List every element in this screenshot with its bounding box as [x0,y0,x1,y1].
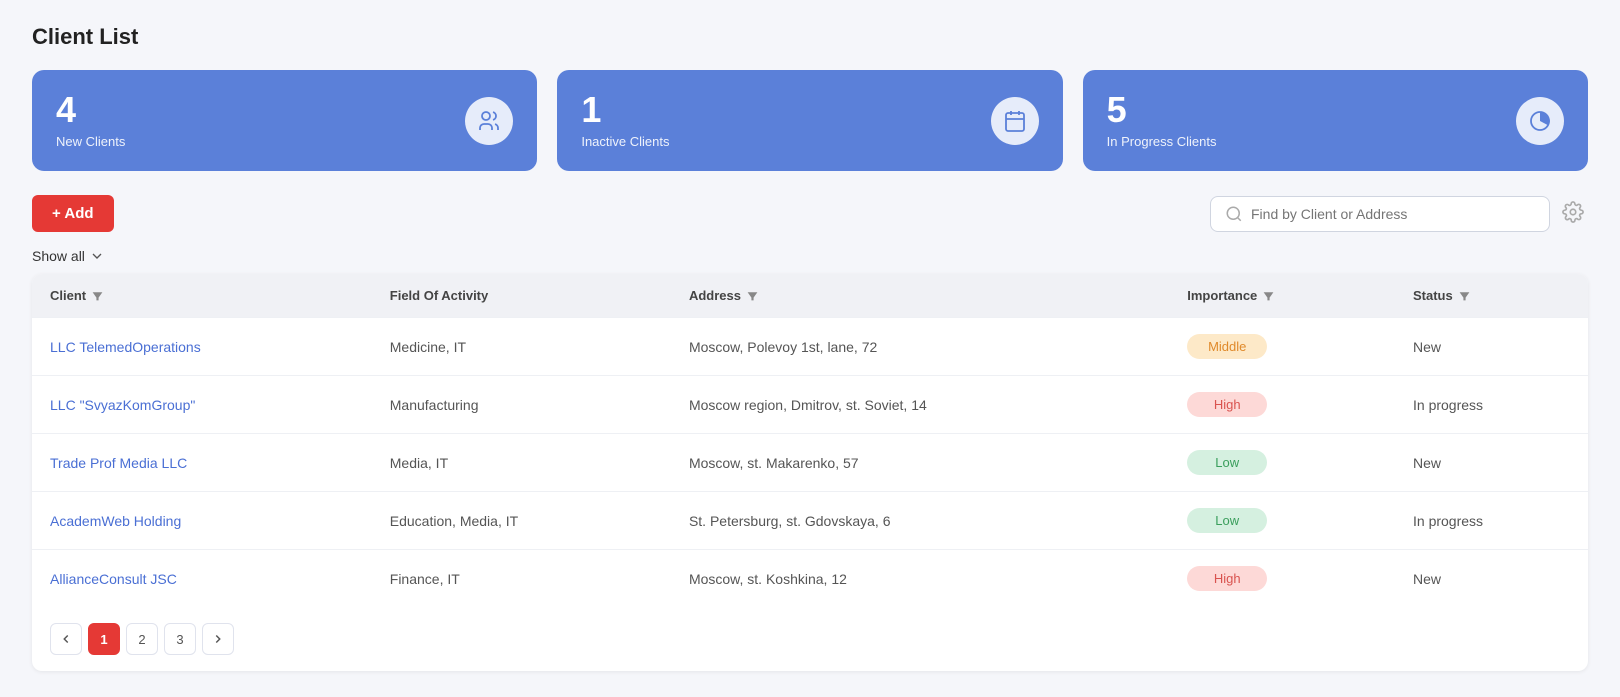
chevron-right-icon [211,632,225,646]
col-header-importance: Importance [1169,274,1395,318]
field-of-activity: Manufacturing [372,376,671,434]
search-input[interactable] [1251,206,1535,222]
filter-icon-status[interactable] [1458,289,1471,302]
field-of-activity: Media, IT [372,434,671,492]
field-of-activity: Medicine, IT [372,318,671,376]
client-table-wrap: Client Field Of Activity Address [32,274,1588,671]
client-table: Client Field Of Activity Address [32,274,1588,607]
calendar-icon [1003,109,1027,133]
next-page-button[interactable] [202,623,234,655]
table-row: AcademWeb Holding Education, Media, IT S… [32,492,1588,550]
stat-cards: 4 New Clients 1 Inactive Clients [32,70,1588,171]
calendar-icon-wrap [991,97,1039,145]
importance-badge: Low [1187,450,1267,475]
importance-cell: Low [1169,434,1395,492]
stat-label-inactive: Inactive Clients [581,134,669,149]
users-icon-wrap [465,97,513,145]
prev-page-button[interactable] [50,623,82,655]
stat-info-new: 4 New Clients [56,92,125,149]
table-body: LLC TelemedOperations Medicine, IT Mosco… [32,318,1588,608]
importance-cell: High [1169,550,1395,608]
search-box [1210,196,1550,232]
client-link[interactable]: LLC TelemedOperations [32,318,372,376]
show-all-label: Show all [32,248,85,264]
chart-icon [1528,109,1552,133]
table-row: AllianceConsult JSC Finance, IT Moscow, … [32,550,1588,608]
status: In progress [1395,492,1588,550]
search-icon [1225,205,1243,223]
filter-icon-client[interactable] [91,289,104,302]
col-header-status: Status [1395,274,1588,318]
status: New [1395,318,1588,376]
col-header-client: Client [32,274,372,318]
client-link[interactable]: AcademWeb Holding [32,492,372,550]
users-icon [477,109,501,133]
filter-icon-address[interactable] [746,289,759,302]
page-2-button[interactable]: 2 [126,623,158,655]
col-header-field: Field Of Activity [372,274,671,318]
status: New [1395,550,1588,608]
status: New [1395,434,1588,492]
pagination: 1 2 3 [32,607,1588,671]
table-header-row: Client Field Of Activity Address [32,274,1588,318]
stat-card-inprogress-clients[interactable]: 5 In Progress Clients [1083,70,1588,171]
client-link[interactable]: AllianceConsult JSC [32,550,372,608]
importance-cell: High [1169,376,1395,434]
address: Moscow, st. Koshkina, 12 [671,550,1169,608]
add-button[interactable]: + Add [32,195,114,232]
page-container: Client List 4 New Clients 1 Inactive Cli… [0,0,1620,695]
address: Moscow, st. Makarenko, 57 [671,434,1169,492]
settings-icon [1562,201,1584,223]
stat-info-inactive: 1 Inactive Clients [581,92,669,149]
field-of-activity: Finance, IT [372,550,671,608]
stat-number-inprogress: 5 [1107,92,1217,128]
stat-number-new: 4 [56,92,125,128]
stat-number-inactive: 1 [581,92,669,128]
importance-badge: High [1187,566,1267,591]
col-header-address: Address [671,274,1169,318]
address: St. Petersburg, st. Gdovskaya, 6 [671,492,1169,550]
stat-card-inactive-clients[interactable]: 1 Inactive Clients [557,70,1062,171]
table-row: LLC TelemedOperations Medicine, IT Mosco… [32,318,1588,376]
chevron-left-icon [59,632,73,646]
table-row: LLC "SvyazKomGroup" Manufacturing Moscow… [32,376,1588,434]
page-3-button[interactable]: 3 [164,623,196,655]
importance-badge: Middle [1187,334,1267,359]
stat-label-new: New Clients [56,134,125,149]
chart-icon-wrap [1516,97,1564,145]
filter-icon-importance[interactable] [1262,289,1275,302]
page-title: Client List [32,24,1588,50]
page-1-button[interactable]: 1 [88,623,120,655]
address: Moscow, Polevoy 1st, lane, 72 [671,318,1169,376]
chevron-down-icon [89,248,105,264]
show-all-dropdown[interactable]: Show all [32,248,1588,264]
stat-card-new-clients[interactable]: 4 New Clients [32,70,537,171]
importance-badge: Low [1187,508,1267,533]
importance-cell: Low [1169,492,1395,550]
stat-info-inprogress: 5 In Progress Clients [1107,92,1217,149]
client-link[interactable]: LLC "SvyazKomGroup" [32,376,372,434]
toolbar: + Add [32,195,1588,232]
stat-label-inprogress: In Progress Clients [1107,134,1217,149]
table-row: Trade Prof Media LLC Media, IT Moscow, s… [32,434,1588,492]
settings-button[interactable] [1558,197,1588,230]
importance-cell: Middle [1169,318,1395,376]
client-link[interactable]: Trade Prof Media LLC [32,434,372,492]
search-wrap [1210,196,1588,232]
address: Moscow region, Dmitrov, st. Soviet, 14 [671,376,1169,434]
importance-badge: High [1187,392,1267,417]
field-of-activity: Education, Media, IT [372,492,671,550]
status: In progress [1395,376,1588,434]
